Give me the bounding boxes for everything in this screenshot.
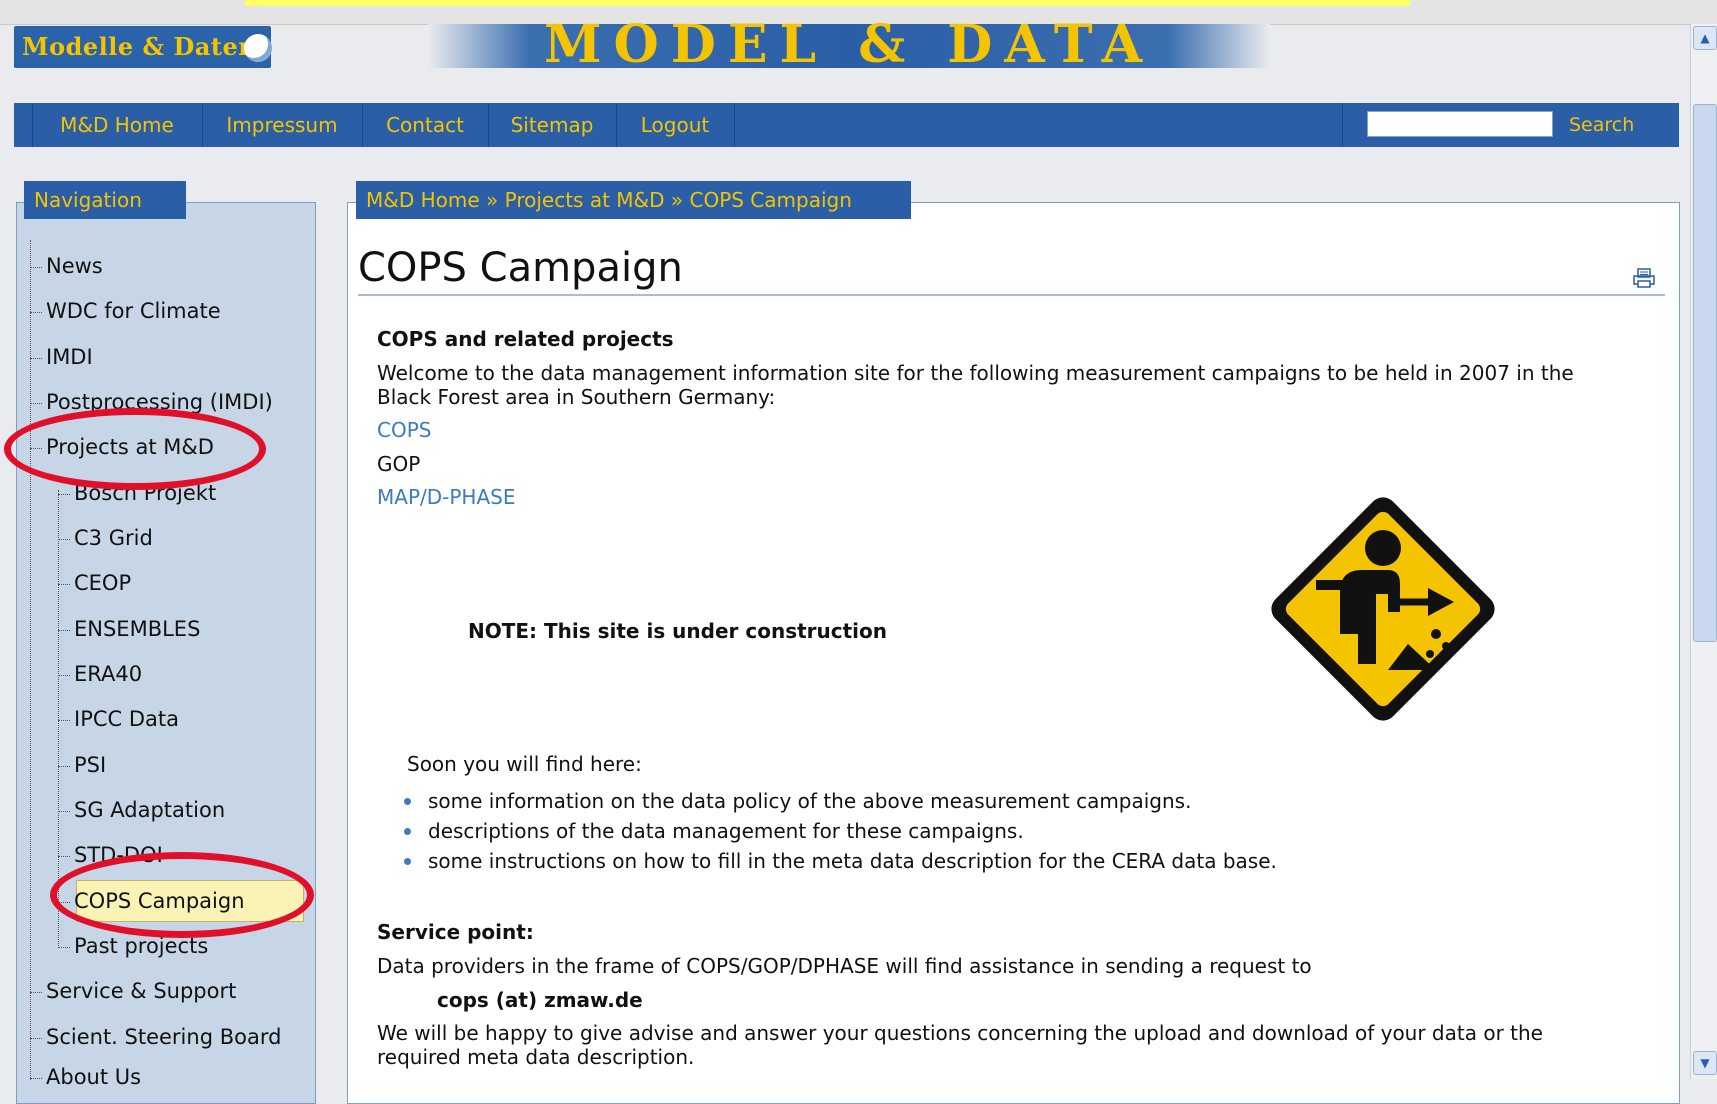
sidebar-item-ipcc[interactable]: IPCC Data xyxy=(58,704,179,734)
page-title: COPS Campaign xyxy=(358,245,683,291)
sidebar-item-news[interactable]: News xyxy=(30,251,103,281)
highlight-bar xyxy=(330,0,1410,6)
nav-sitemap[interactable]: Sitemap xyxy=(488,103,617,147)
bullet-icon xyxy=(404,828,411,835)
project-link-cops[interactable]: COPS xyxy=(377,418,431,442)
print-icon[interactable] xyxy=(1633,268,1655,288)
nav-contact[interactable]: Contact xyxy=(362,103,489,147)
scroll-up-button[interactable]: ▲ xyxy=(1693,26,1717,50)
nav-logout[interactable]: Logout xyxy=(616,103,735,147)
sidebar-item-wdc[interactable]: WDC for Climate xyxy=(30,296,221,326)
sidebar-item-label: News xyxy=(46,254,103,278)
sidebar-item-label: C3 Grid xyxy=(74,526,153,550)
title-divider xyxy=(358,294,1665,296)
list-item: descriptions of the data management for … xyxy=(428,819,1024,843)
logo-text: Modelle & Daten xyxy=(22,32,257,61)
sidebar-item-ceop[interactable]: CEOP xyxy=(58,568,131,598)
search-input[interactable] xyxy=(1367,111,1553,137)
closing-text: We will be happy to give advise and answ… xyxy=(377,1021,1543,1045)
sidebar-item-era40[interactable]: ERA40 xyxy=(58,659,142,689)
sidebar-item-ensembles[interactable]: ENSEMBLES xyxy=(58,614,200,644)
sidebar-item-label: IMDI xyxy=(46,345,93,369)
sidebar-item-label: Service & Support xyxy=(46,979,237,1003)
soon-text: Soon you will find here: xyxy=(407,752,642,776)
sidebar-item-c3grid[interactable]: C3 Grid xyxy=(58,523,153,553)
list-item: some instructions on how to fill in the … xyxy=(428,849,1277,873)
nav-separator xyxy=(14,103,33,147)
project-link-map-dphase[interactable]: MAP/D-PHASE xyxy=(377,485,515,509)
scrollbar[interactable]: ▲ ▼ xyxy=(1690,24,1717,1079)
construction-note: NOTE: This site is under construction xyxy=(468,619,888,643)
bullet-icon xyxy=(404,798,411,805)
site-logo[interactable]: Modelle & Daten xyxy=(14,26,272,68)
sidebar-item-steering-board[interactable]: Scient. Steering Board xyxy=(30,1022,281,1052)
globe-icon xyxy=(244,34,272,62)
under-construction-icon xyxy=(1258,484,1508,734)
sidebar-item-label: ENSEMBLES xyxy=(74,617,201,641)
sidebar-item-imdi[interactable]: IMDI xyxy=(30,342,93,372)
sidebar-item-label: IPCC Data xyxy=(74,707,179,731)
closing-text: required meta data description. xyxy=(377,1045,695,1069)
service-email: cops (at) zmaw.de xyxy=(437,988,643,1012)
banner: MODEL & DATA xyxy=(428,14,1270,75)
annotation-circle xyxy=(50,852,314,938)
bullet-icon xyxy=(404,858,411,865)
project-gop: GOP xyxy=(377,452,421,476)
banner-title: MODEL & DATA xyxy=(543,14,1155,75)
sidebar-item-label: Scient. Steering Board xyxy=(46,1025,282,1049)
sidebar-item-service-support[interactable]: Service & Support xyxy=(30,976,236,1006)
search-button[interactable]: Search xyxy=(1569,103,1634,147)
intro-text: Black Forest area in Southern Germany: xyxy=(377,385,776,409)
service-text: Data providers in the frame of COPS/GOP/… xyxy=(377,954,1312,978)
search-area: Search xyxy=(1342,103,1680,147)
breadcrumb[interactable]: M&D Home » Projects at M&D » COPS Campai… xyxy=(356,181,911,219)
intro-text: Welcome to the data management informati… xyxy=(377,361,1574,385)
sidebar-item-label: WDC for Climate xyxy=(46,299,221,323)
list-item: some information on the data policy of t… xyxy=(428,789,1192,813)
sidebar-item-sg-adaptation[interactable]: SG Adaptation xyxy=(58,795,225,825)
sidebar-item-psi[interactable]: PSI xyxy=(58,750,106,780)
scroll-down-button[interactable]: ▼ xyxy=(1693,1051,1717,1075)
sidebar-item-label: About Us xyxy=(46,1065,142,1089)
annotation-circle xyxy=(4,408,266,490)
section-heading: COPS and related projects xyxy=(377,327,674,351)
sidebar-item-label: PSI xyxy=(74,753,107,777)
nav-impressum[interactable]: Impressum xyxy=(202,103,363,147)
sidebar-item-label: CEOP xyxy=(74,571,132,595)
scroll-thumb[interactable] xyxy=(1693,104,1717,642)
service-heading: Service point: xyxy=(377,920,534,944)
sidebar-title: Navigation xyxy=(24,181,186,219)
sidebar-item-label: SG Adaptation xyxy=(74,798,226,822)
nav-home[interactable]: M&D Home xyxy=(32,103,203,147)
sidebar-item-label: ERA40 xyxy=(74,662,143,686)
sidebar-panel xyxy=(16,202,316,1104)
sidebar-item-about-us[interactable]: About Us xyxy=(30,1062,141,1092)
